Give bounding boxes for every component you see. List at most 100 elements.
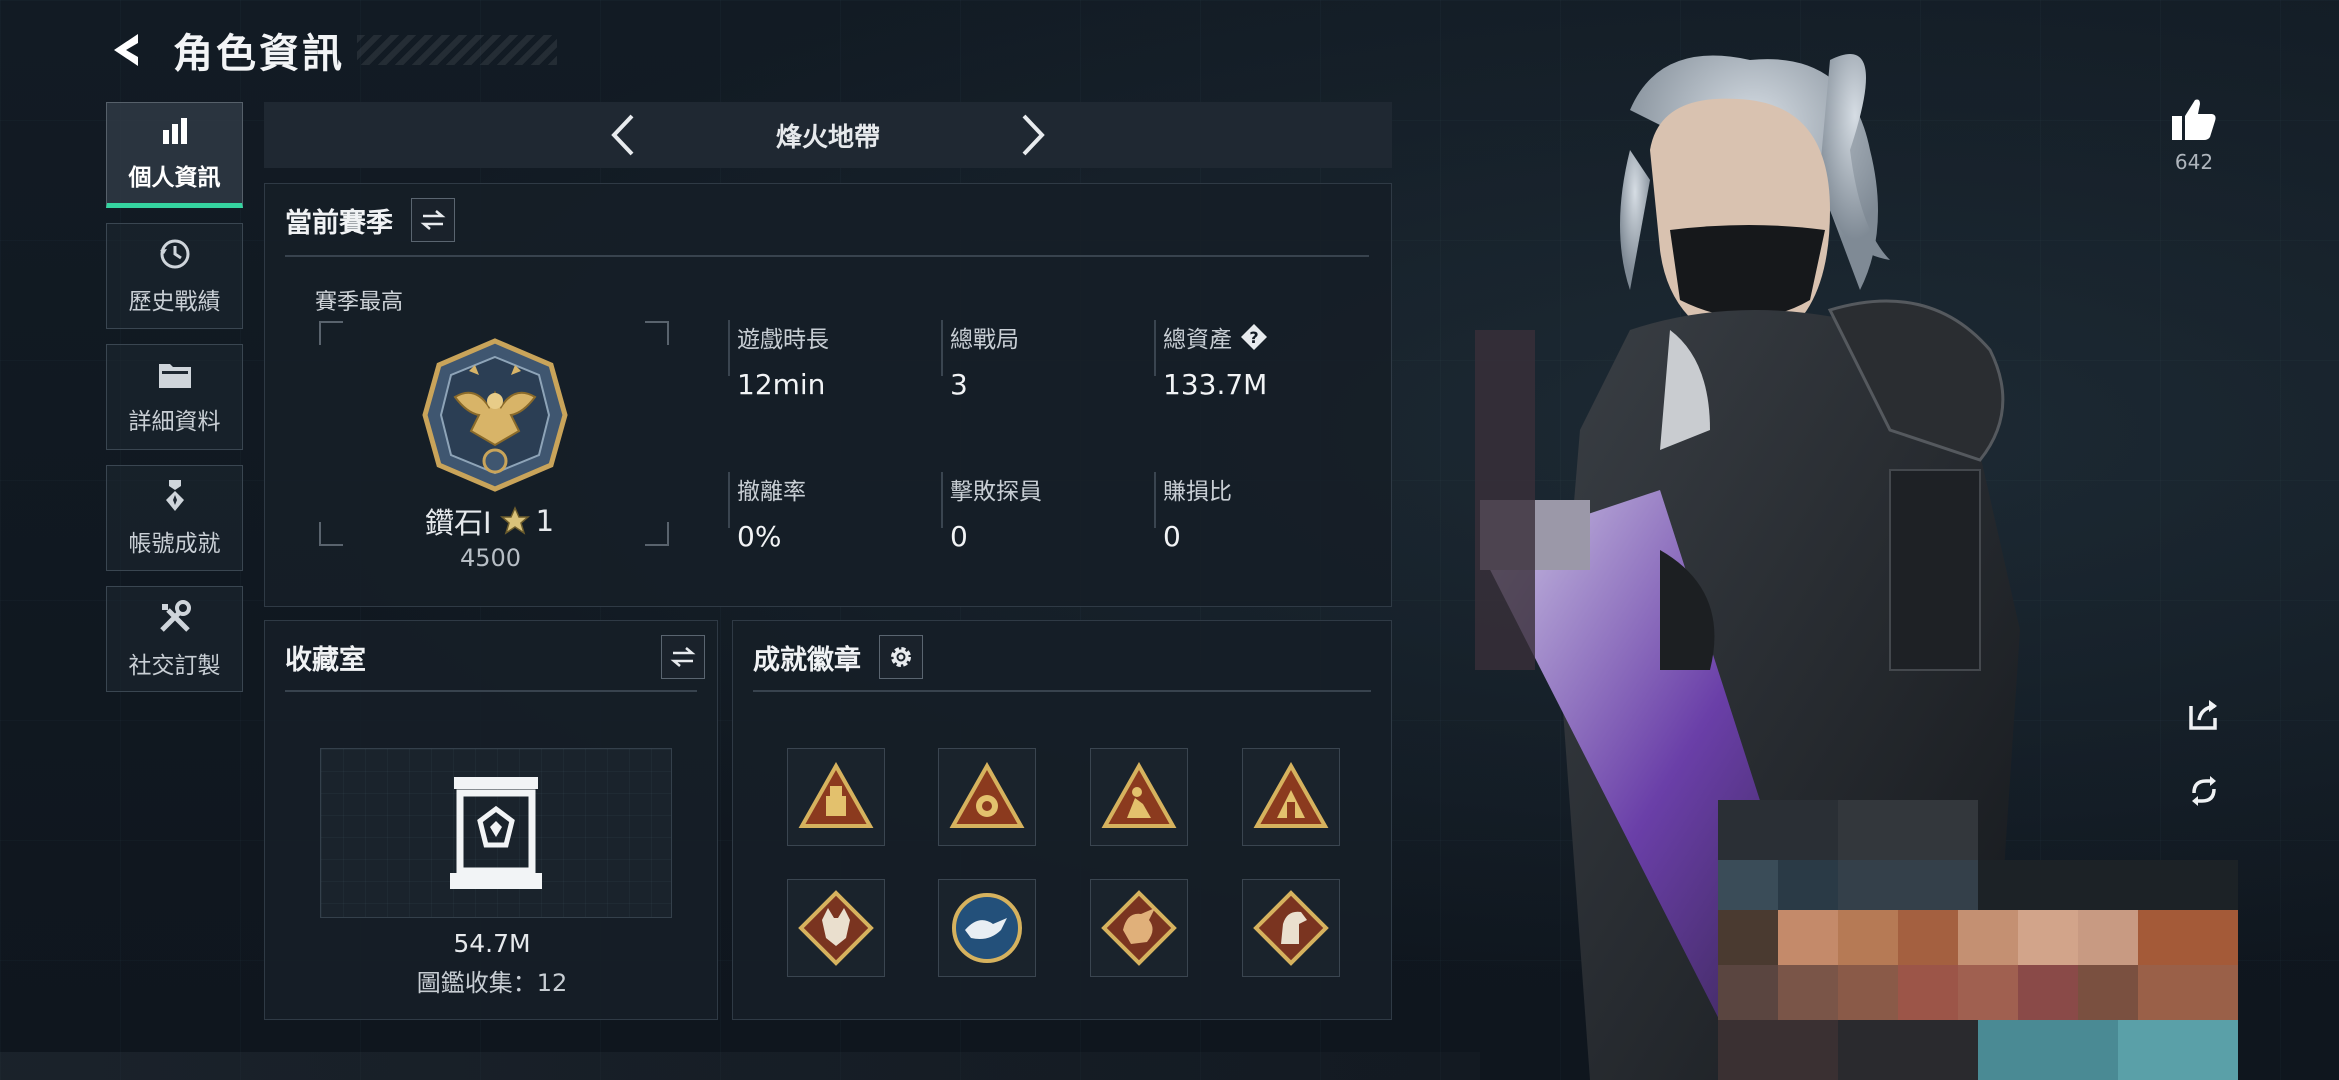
stat-label: 撤離率 (737, 479, 806, 505)
sidebar-item-personal-info[interactable]: 個人資訊 (106, 102, 243, 208)
stat-label: 擊敗探員 (950, 479, 1042, 505)
stat-value: 0% (737, 520, 782, 553)
stat-label-row: 總資產 ? (1163, 320, 1268, 354)
stat-separator (1154, 472, 1156, 528)
season-title: 當前賽季 (285, 207, 393, 239)
diamond-rank-badge-icon (422, 338, 568, 492)
share-icon (2189, 700, 2217, 730)
svg-text:?: ? (1249, 328, 1258, 347)
rotate-icon (2192, 776, 2216, 806)
achievement-badge[interactable] (1242, 879, 1340, 977)
stat-separator (728, 320, 730, 376)
chevron-right-icon (1022, 114, 1045, 156)
rank-score: 4500 (460, 544, 522, 572)
current-season-panel: 當前賽季 賽季最高 鑽石I 1 4500 遊戲時長 12min 總戰局 3 總資… (264, 183, 1392, 607)
stat-label: 總資產 (1163, 327, 1232, 353)
sidebar-item-social[interactable]: 社交訂製 (106, 586, 243, 692)
rotate-button[interactable] (2181, 768, 2227, 814)
achievement-badge[interactable] (1090, 748, 1188, 846)
collection-divider (285, 690, 697, 692)
help-icon[interactable]: ? (1240, 323, 1268, 351)
stat-separator (728, 472, 730, 528)
badges-header: 成就徽章 (753, 635, 923, 679)
achievement-badges-panel: 成就徽章 (732, 620, 1392, 1020)
triangle-badge-icon (798, 762, 874, 828)
collection-panel: 收藏室 54.7M 圖鑑收集：12 (264, 620, 718, 1020)
like-count: 642 (2174, 150, 2214, 174)
sidebar-item-label: 社交訂製 (128, 653, 221, 679)
dragon-badge-icon (1101, 890, 1177, 966)
sidebar-item-label: 歷史戰績 (128, 289, 221, 315)
stat-value: 3 (950, 368, 968, 401)
mode-name: 烽火地帶 (775, 122, 880, 153)
triangle-badge-icon (1101, 762, 1177, 828)
mode-next-button[interactable] (1008, 110, 1058, 160)
achievement-badge[interactable] (1242, 748, 1340, 846)
eagle-badge-icon (952, 893, 1022, 963)
stat-separator (941, 320, 943, 376)
censored-mosaic (1718, 800, 2238, 1080)
badges-settings-button[interactable] (879, 635, 923, 679)
season-switch-button[interactable] (411, 198, 455, 242)
rank-stars: 1 (535, 504, 555, 538)
page-title: 角色資訊 (173, 31, 345, 77)
sidebar-item-achievements[interactable]: 帳號成就 (106, 465, 243, 571)
collection-header: 收藏室 (285, 635, 705, 679)
folder-icon (158, 364, 191, 388)
triangle-badge-icon (1253, 762, 1329, 828)
share-button[interactable] (2181, 692, 2227, 738)
badges-divider (753, 690, 1371, 692)
collection-value: 54.7M (453, 929, 531, 958)
display-case-icon (450, 777, 542, 889)
swap-icon (670, 647, 696, 667)
mode-prev-button[interactable] (598, 110, 648, 160)
stat-extract-rate: 撤離率 0% (737, 472, 806, 553)
history-clock-icon (159, 239, 189, 269)
tools-icon (159, 600, 191, 632)
achievement-badge[interactable] (787, 748, 885, 846)
mode-selector: 烽火地帶 (264, 102, 1392, 168)
rank-name-line: 鑽石I 1 (425, 500, 554, 542)
achievement-badge[interactable] (938, 748, 1036, 846)
stat-label: 遊戲時長 (737, 327, 829, 353)
collection-switch-button[interactable] (661, 635, 705, 679)
sidebar-item-details[interactable]: 詳細資料 (106, 344, 243, 450)
horse-badge-icon (1253, 890, 1329, 966)
sidebar-item-label: 帳號成就 (128, 531, 221, 557)
sidebar-item-history[interactable]: 歷史戰績 (106, 223, 243, 329)
rank-name: 鑽石I (425, 506, 492, 540)
stat-value: 0 (1163, 520, 1181, 553)
achievement-badge[interactable] (938, 879, 1036, 977)
stat-separator (1154, 320, 1156, 376)
achievement-badge[interactable] (1090, 879, 1188, 977)
stat-value: 0 (950, 520, 968, 553)
page-header: 角色資訊 (105, 20, 557, 80)
season-best-label: 賽季最高 (315, 290, 404, 315)
gear-icon (891, 647, 911, 667)
stat-total-assets: 總資產 ? 133.7M (1163, 320, 1268, 401)
star-icon (499, 506, 530, 535)
thumbs-up-icon (2172, 99, 2216, 140)
back-button[interactable] (105, 27, 151, 73)
stats-bar-icon (162, 118, 187, 144)
achievement-badge[interactable] (787, 879, 885, 977)
stat-label: 總戰局 (950, 327, 1019, 353)
like-button[interactable]: 642 (2163, 96, 2225, 174)
stat-label: 賺損比 (1163, 479, 1232, 505)
stat-separator (941, 472, 943, 528)
censored-bottom-strip (0, 1052, 1480, 1080)
swap-icon (420, 210, 446, 230)
chevron-left-icon (611, 114, 634, 156)
collection-title: 收藏室 (285, 644, 366, 676)
achievement-medal-icon (165, 480, 184, 511)
sidebar-item-label: 個人資訊 (128, 165, 221, 191)
stat-total-matches: 總戰局 3 (950, 320, 1019, 401)
stat-operators-defeated: 擊敗探員 0 (950, 472, 1042, 553)
title-decoration (357, 35, 557, 65)
collection-count: 圖鑑收集：12 (416, 969, 568, 997)
back-arrow-icon (114, 34, 138, 66)
triangle-badge-icon (949, 762, 1025, 828)
season-divider (285, 255, 1369, 257)
stat-value: 12min (737, 368, 826, 401)
collection-card[interactable] (320, 748, 672, 918)
